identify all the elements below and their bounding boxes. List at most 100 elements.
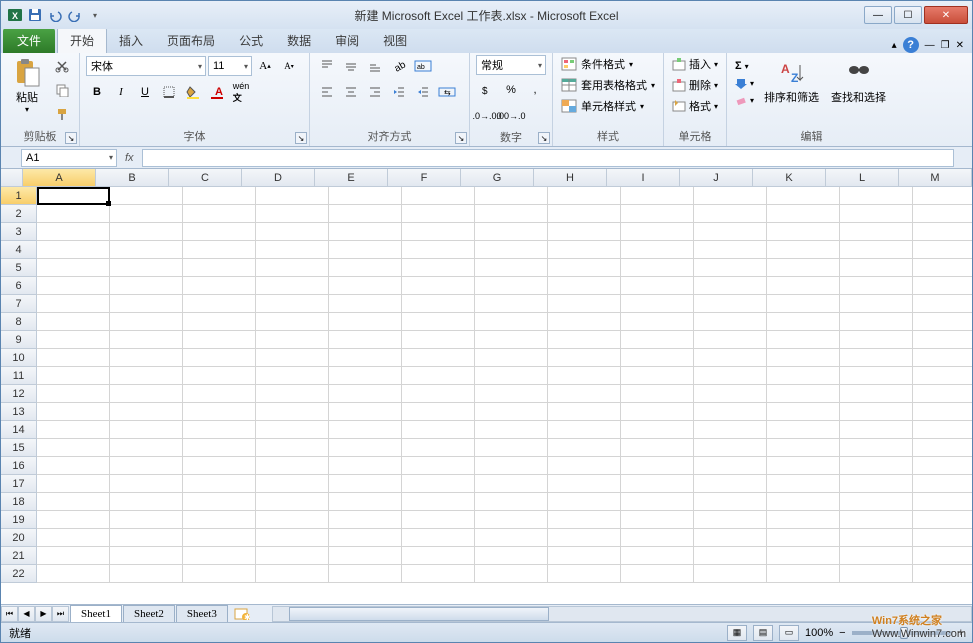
cell[interactable] — [110, 259, 183, 277]
cell[interactable] — [110, 475, 183, 493]
cell[interactable] — [621, 295, 694, 313]
cell[interactable] — [183, 565, 256, 583]
cell[interactable] — [183, 331, 256, 349]
cell[interactable] — [767, 259, 840, 277]
cell[interactable] — [840, 511, 913, 529]
cell[interactable] — [256, 475, 329, 493]
font-launcher[interactable]: ↘ — [295, 132, 307, 144]
cells-area[interactable] — [37, 187, 972, 583]
cell[interactable] — [548, 367, 621, 385]
cell[interactable] — [913, 475, 972, 493]
row-header[interactable]: 1 — [1, 187, 37, 205]
cell[interactable] — [840, 385, 913, 403]
cell[interactable] — [110, 367, 183, 385]
cell[interactable] — [37, 475, 110, 493]
cell[interactable] — [402, 241, 475, 259]
cell[interactable] — [110, 187, 183, 205]
cell[interactable] — [329, 511, 402, 529]
column-header[interactable]: H — [534, 169, 607, 187]
cell[interactable] — [329, 241, 402, 259]
ribbon-minimize-icon[interactable]: ▴ — [892, 40, 897, 51]
cell[interactable] — [548, 187, 621, 205]
align-center-icon[interactable] — [340, 81, 362, 103]
tab-file[interactable]: 文件 — [3, 28, 55, 53]
cell[interactable] — [913, 421, 972, 439]
fill-button[interactable]: ▾ — [733, 76, 756, 90]
cell[interactable] — [110, 529, 183, 547]
row-header[interactable]: 10 — [1, 349, 37, 367]
row-header[interactable]: 11 — [1, 367, 37, 385]
cell[interactable] — [840, 295, 913, 313]
cell[interactable] — [767, 403, 840, 421]
cell[interactable] — [329, 349, 402, 367]
cell[interactable] — [37, 223, 110, 241]
cell[interactable] — [913, 529, 972, 547]
cell[interactable] — [183, 295, 256, 313]
cell[interactable] — [694, 529, 767, 547]
cell[interactable] — [256, 493, 329, 511]
cell[interactable] — [329, 565, 402, 583]
cell[interactable] — [840, 493, 913, 511]
cell[interactable] — [110, 511, 183, 529]
cell[interactable] — [256, 511, 329, 529]
cell[interactable] — [621, 259, 694, 277]
cell[interactable] — [329, 205, 402, 223]
cell[interactable] — [621, 511, 694, 529]
comma-icon[interactable]: , — [524, 79, 546, 101]
cell[interactable] — [183, 475, 256, 493]
sort-filter-button[interactable]: AZ 排序和筛选 — [760, 55, 823, 107]
page-layout-view-button[interactable]: ▤ — [753, 625, 773, 641]
zoom-out-button[interactable]: − — [839, 627, 845, 639]
copy-icon[interactable] — [51, 79, 73, 101]
cell[interactable] — [110, 295, 183, 313]
row-header[interactable]: 18 — [1, 493, 37, 511]
cell[interactable] — [840, 529, 913, 547]
cell[interactable] — [329, 529, 402, 547]
cell[interactable] — [913, 313, 972, 331]
cell[interactable] — [767, 331, 840, 349]
select-all-corner[interactable] — [1, 169, 23, 187]
cell-styles-button[interactable]: 单元格样式▾ — [559, 97, 646, 115]
cell[interactable] — [694, 295, 767, 313]
cell[interactable] — [402, 205, 475, 223]
help-icon[interactable]: ? — [903, 37, 919, 53]
font-size-combo[interactable]: 11 — [208, 56, 252, 76]
cell[interactable] — [913, 367, 972, 385]
cell[interactable] — [694, 457, 767, 475]
cell[interactable] — [256, 277, 329, 295]
underline-button[interactable]: U — [134, 81, 156, 103]
cell[interactable] — [548, 277, 621, 295]
italic-button[interactable]: I — [110, 81, 132, 103]
cell[interactable] — [37, 421, 110, 439]
cell[interactable] — [694, 439, 767, 457]
clipboard-launcher[interactable]: ↘ — [65, 132, 77, 144]
column-header[interactable]: J — [680, 169, 753, 187]
cell[interactable] — [402, 565, 475, 583]
cell[interactable] — [621, 331, 694, 349]
cell[interactable] — [329, 367, 402, 385]
horizontal-scrollbar[interactable] — [272, 606, 972, 622]
cell[interactable] — [548, 475, 621, 493]
cell[interactable] — [37, 493, 110, 511]
cell[interactable] — [767, 187, 840, 205]
cell[interactable] — [329, 331, 402, 349]
cell[interactable] — [840, 439, 913, 457]
column-header[interactable]: D — [242, 169, 315, 187]
cell[interactable] — [621, 223, 694, 241]
sheet-nav-next[interactable]: ▶ — [35, 606, 52, 622]
cell[interactable] — [694, 313, 767, 331]
format-as-table-button[interactable]: 套用表格格式▾ — [559, 76, 657, 94]
cell[interactable] — [694, 277, 767, 295]
cell[interactable] — [256, 457, 329, 475]
font-name-combo[interactable]: 宋体 — [86, 56, 206, 76]
cell[interactable] — [329, 223, 402, 241]
column-header[interactable]: K — [753, 169, 826, 187]
cell[interactable] — [621, 205, 694, 223]
cell[interactable] — [183, 367, 256, 385]
row-header[interactable]: 12 — [1, 385, 37, 403]
cell[interactable] — [767, 241, 840, 259]
cell[interactable] — [840, 259, 913, 277]
cell[interactable] — [402, 295, 475, 313]
cut-icon[interactable] — [51, 55, 73, 77]
cell[interactable] — [183, 187, 256, 205]
